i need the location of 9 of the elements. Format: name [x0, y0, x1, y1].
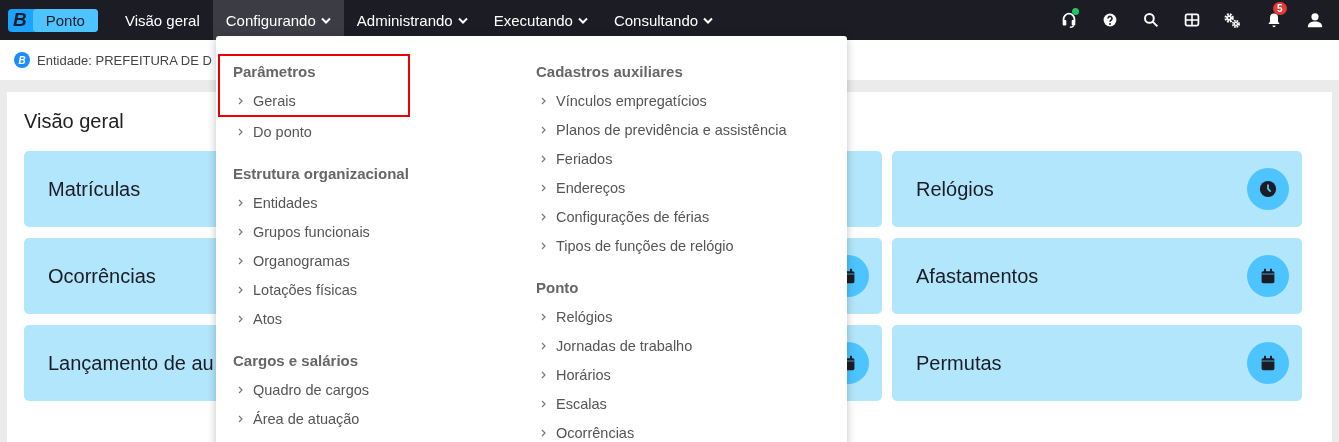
- menu-section-heading: Parâmetros: [233, 62, 317, 82]
- notification-count: 5: [1273, 2, 1287, 15]
- menu-section-heading: Ponto: [536, 278, 580, 298]
- menu-section-heading: Cadastros auxiliares: [536, 62, 684, 82]
- section-title: Visão geral: [24, 110, 124, 133]
- entity-label: Entidade: PREFEITURA DE D: [37, 52, 212, 68]
- menu-section-heading: Cargos e salários: [233, 351, 360, 371]
- entity-logo-icon: B: [14, 52, 30, 68]
- menu-section-heading: Estrutura organizacional: [233, 164, 410, 184]
